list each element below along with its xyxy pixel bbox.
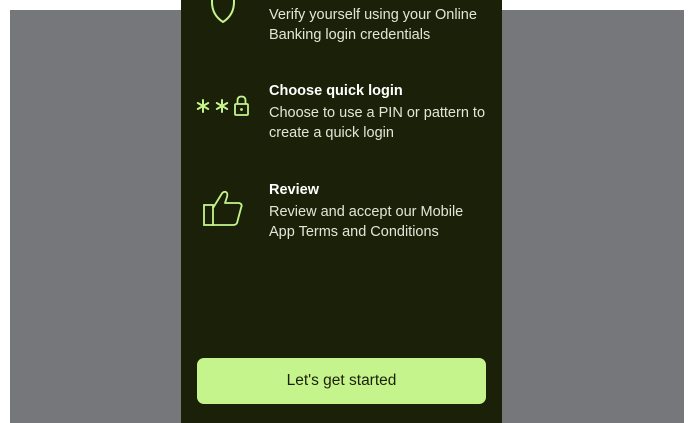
step-review-text: Review Review and accept our Mobile App … — [269, 181, 491, 242]
step-verify: Verify yourself using your Online Bankin… — [181, 0, 502, 52]
onboarding-screen: Verify yourself using your Online Bankin… — [181, 0, 502, 423]
step-verify-description: Verify yourself using your Online Bankin… — [269, 7, 477, 43]
pin-lock-icon — [195, 84, 251, 128]
step-verify-text: Verify yourself using your Online Bankin… — [269, 6, 491, 45]
step-quick-login: Choose quick login Choose to use a PIN o… — [181, 82, 502, 152]
thumbs-up-icon — [195, 185, 251, 229]
step-review: Review Review and accept our Mobile App … — [181, 181, 502, 251]
step-quick-login-description: Choose to use a PIN or pattern to create… — [269, 105, 486, 141]
step-review-title: Review — [269, 182, 319, 198]
step-review-description: Review and accept our Mobile App Terms a… — [269, 204, 464, 240]
step-quick-login-text: Choose quick login Choose to use a PIN o… — [269, 82, 491, 143]
step-quick-login-title: Choose quick login — [269, 83, 403, 99]
shield-icon — [195, 0, 251, 26]
get-started-button[interactable]: Let's get started — [197, 358, 486, 404]
